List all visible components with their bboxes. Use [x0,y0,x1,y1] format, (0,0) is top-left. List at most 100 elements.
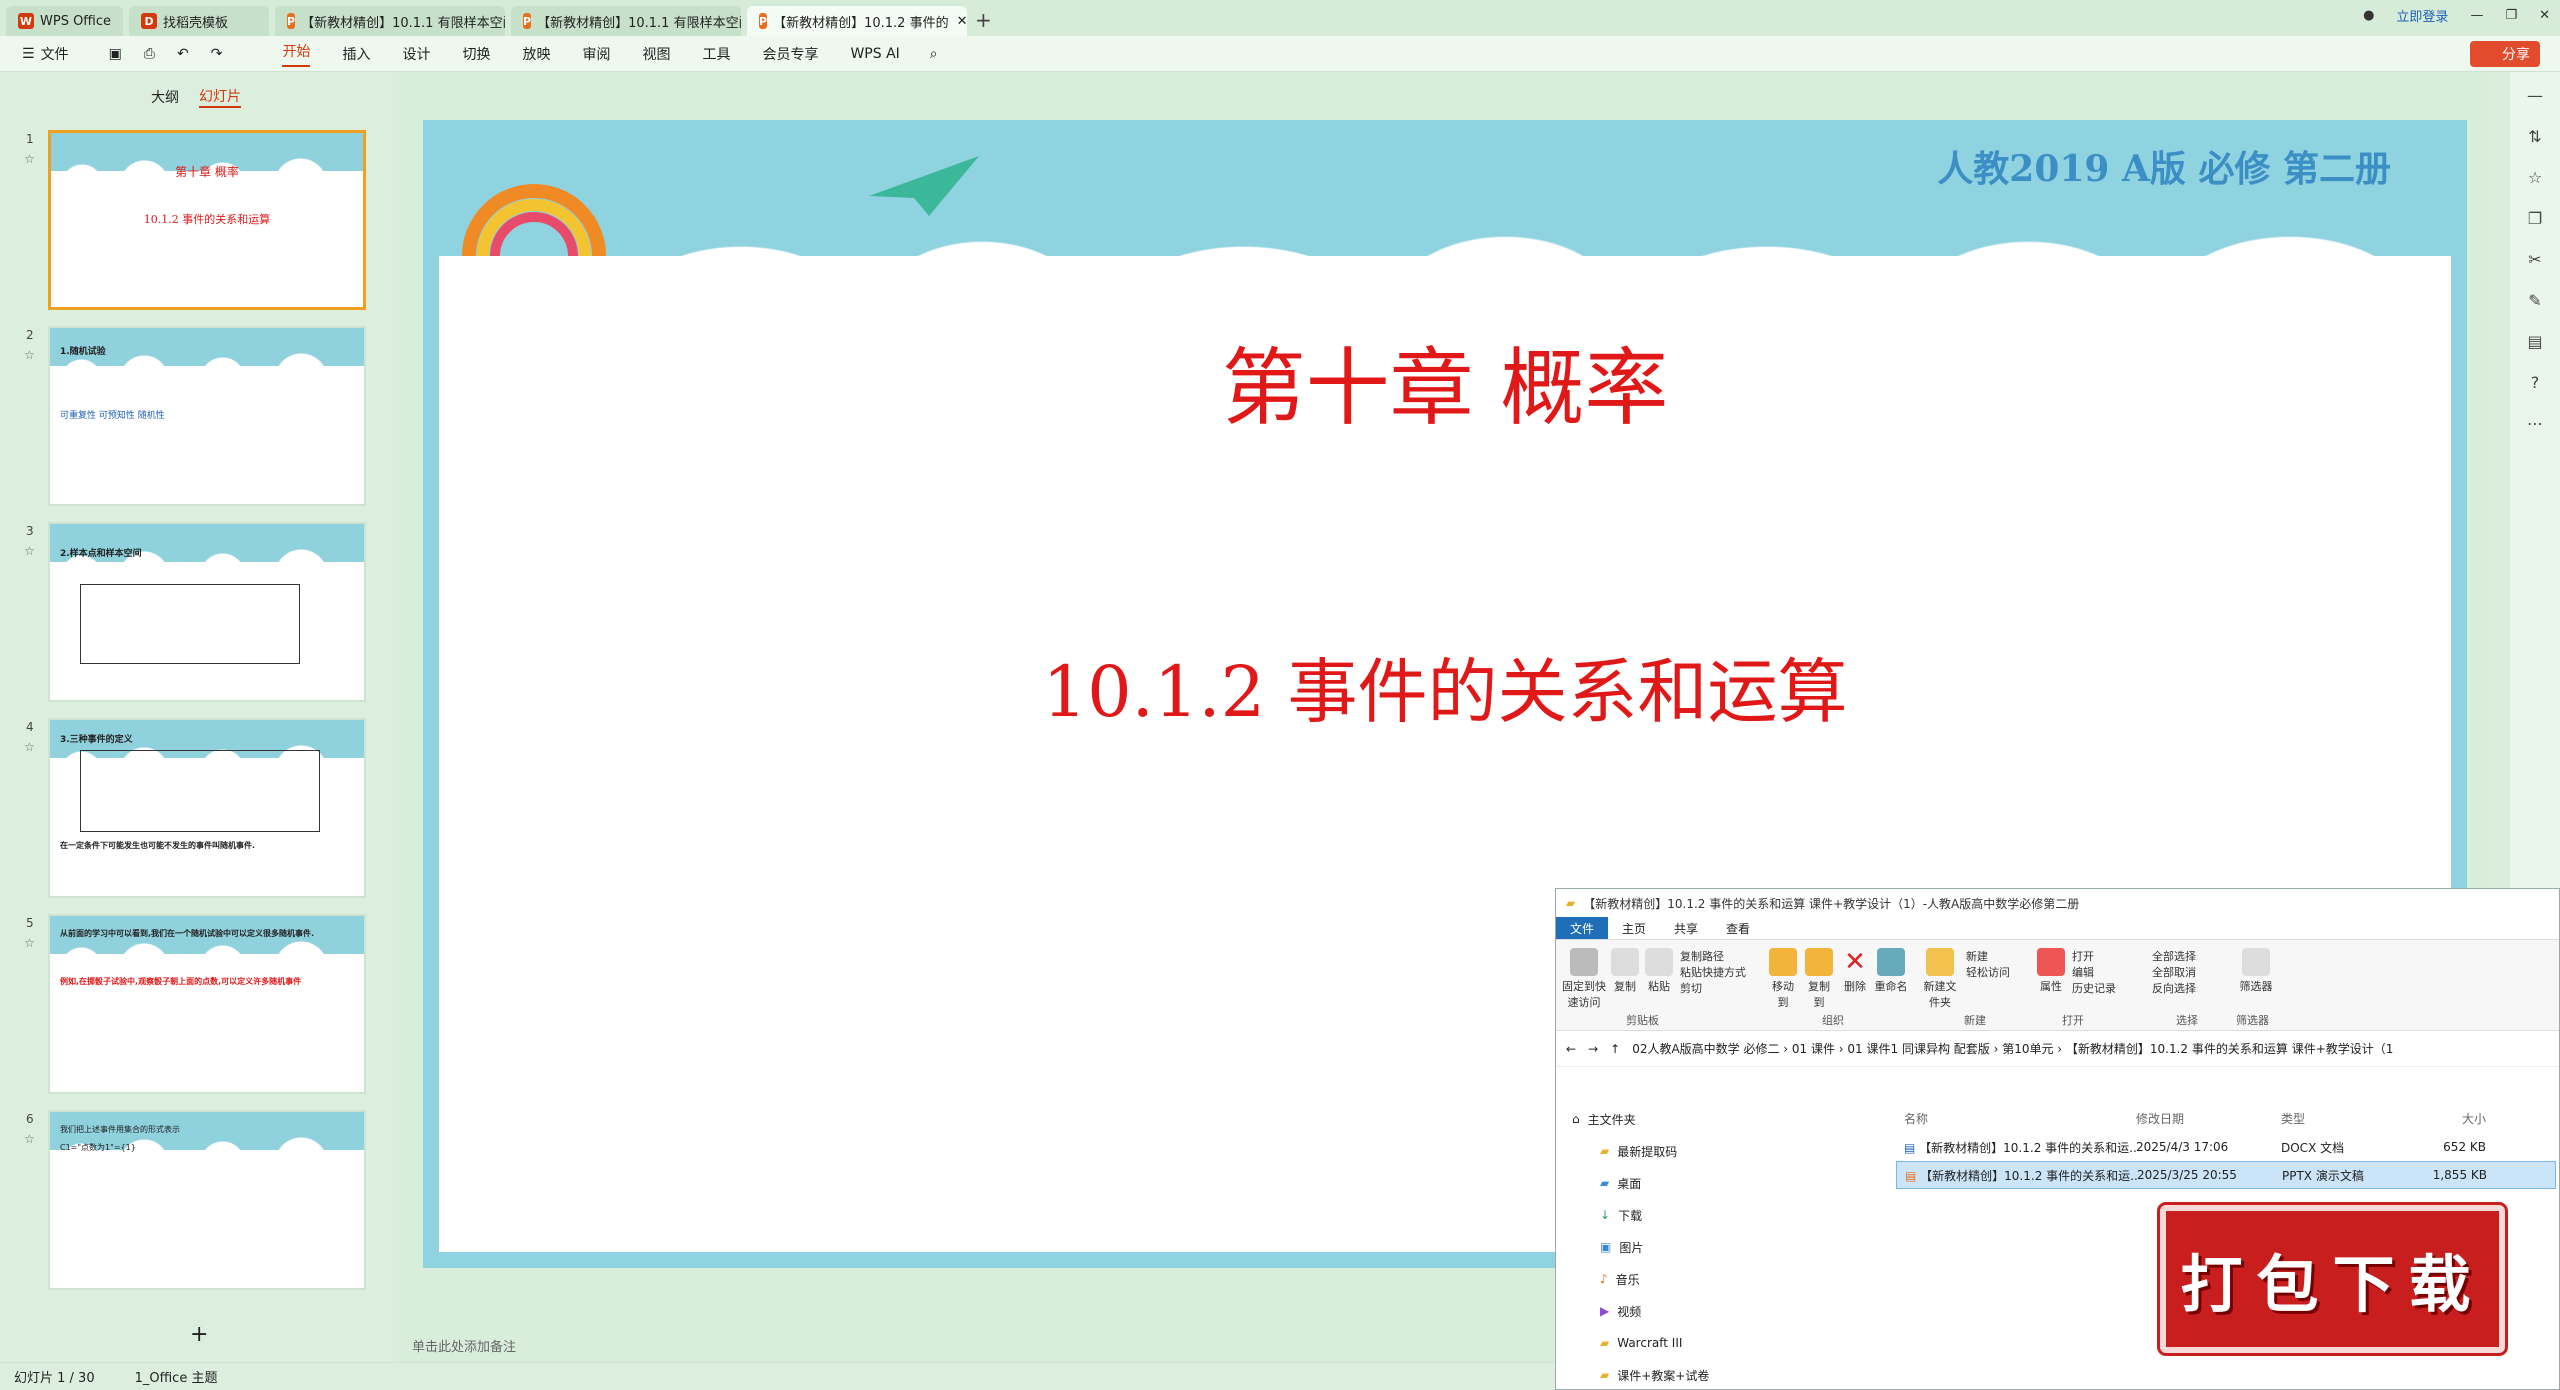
nav-item[interactable]: ▣ 图片 [1556,1231,1876,1263]
slide-thumbnail[interactable]: 从前面的学习中可以看到,我们在一个随机试验中可以定义很多随机事件. 例如,在掷骰… [48,914,366,1094]
file-menu[interactable]: 文件 [41,44,69,64]
menu-slideshow[interactable]: 放映 [522,44,550,64]
edit-label[interactable]: 编辑 [2072,966,2094,979]
nav-item[interactable]: ↓ 下载 [1556,1199,1876,1231]
history-label[interactable]: 历史记录 [2072,982,2116,995]
pin-button[interactable]: 固定到快速访问 [1562,948,1606,1010]
col-type[interactable]: 类型 [2281,1110,2406,1127]
copyto-button[interactable]: 复制到 [1804,948,1834,1010]
tab-doc-1[interactable]: P 【新教材精创】10.1.1 有限样本空间 [275,6,506,36]
download-banner[interactable]: 打包下载 [2160,1205,2505,1353]
filter-button[interactable]: 筛选器 [2236,948,2276,994]
slide-thumbnail[interactable]: 第十章 概率 10.1.2 事件的关系和运算 [48,130,366,310]
invert-label[interactable]: 反向选择 [2152,982,2196,995]
address-bar[interactable]: ← → ↑ 02人教A版高中数学 必修二 › 01 课件 › 01 课件1 同课… [1556,1031,2559,1067]
close-icon[interactable]: ✕ [957,14,967,29]
star-icon[interactable]: ☆ [24,1132,35,1146]
pasteshortcut-label[interactable]: 粘贴快捷方式 [1680,966,1746,979]
star-icon[interactable]: ☆ [24,544,35,558]
nav-item[interactable]: ▶ 视频 [1556,1295,1876,1327]
slide-title[interactable]: 第十章 概率 [439,321,2451,442]
tab-slides[interactable]: 幻灯片 [199,86,241,108]
save-icon[interactable]: ▣ [109,46,122,62]
tools-icon[interactable]: ✂ [2528,250,2541,269]
menu-tools[interactable]: 工具 [702,44,730,64]
login-link[interactable]: 立即登录 [2396,6,2448,25]
menu-transition[interactable]: 切换 [462,44,490,64]
forward-icon[interactable]: → [1588,1042,1598,1056]
menu-start[interactable]: 开始 [282,41,311,67]
moveto-button[interactable]: 移动到 [1768,948,1798,1010]
newfolder-button[interactable]: 新建文件夹 [1920,948,1960,1010]
file-row[interactable]: ▤ 【新教材精创】10.1.2 事件的关系和运... 2025/3/25 20:… [1896,1161,2556,1189]
book-icon[interactable]: ▤ [2527,332,2542,351]
up-icon[interactable]: ↑ [1610,1042,1620,1056]
nav-item[interactable]: ⌂ 主文件夹 [1556,1103,1876,1135]
col-size[interactable]: 大小 [2406,1110,2486,1127]
easyaccess-label[interactable]: 轻松访问 [1966,966,2010,979]
star-icon[interactable]: ☆ [24,152,35,166]
star-icon[interactable]: ☆ [24,936,35,950]
redo-icon[interactable]: ↷ [211,46,223,62]
nav-item[interactable]: ▰ Warcraft III [1556,1327,1876,1359]
add-slide-button[interactable]: + [190,1322,208,1347]
star-icon[interactable]: ☆ [24,348,35,362]
share-button[interactable]: 分享 [2470,40,2540,67]
notes-placeholder[interactable]: 单击此处添加备注 [412,1336,516,1355]
star-icon[interactable]: ☆ [24,740,35,754]
menu-wps-ai[interactable]: WPS AI [850,46,899,62]
properties-button[interactable]: 属性 [2036,948,2066,994]
adjust-icon[interactable]: ⇅ [2528,127,2541,146]
tab-outline[interactable]: 大纲 [151,87,179,107]
menu-icon[interactable]: ☰ [22,46,35,62]
copy-icon[interactable]: ❐ [2528,209,2542,228]
user-icon[interactable]: ● [2363,8,2374,23]
slide-subtitle[interactable]: 10.1.2 事件的关系和运算 [439,636,2451,737]
copy-button[interactable]: 复制 [1610,948,1640,994]
tab-doc-3[interactable]: P 【新教材精创】10.1.2 事件的 ✕ [747,6,968,36]
nav-item[interactable]: ▰ 最新提取码 [1556,1135,1876,1167]
star-icon[interactable]: ☆ [2528,168,2542,187]
minimize-icon[interactable]: — [2470,8,2483,23]
col-date[interactable]: 修改日期 [2136,1110,2281,1127]
explorer-tab-view[interactable]: 查看 [1712,917,1764,940]
explorer-tab-home[interactable]: 主页 [1608,917,1660,940]
newitem-button[interactable]: 新建 轻松访问 [1966,948,2026,980]
nav-item[interactable]: ♪ 音乐 [1556,1263,1876,1295]
menu-insert[interactable]: 插入 [342,44,370,64]
copypath-button[interactable]: 复制路径 粘贴快捷方式 剪切 [1680,948,1760,996]
nav-item[interactable]: ▰ 课件+教案+试卷 [1556,1359,1876,1390]
menu-review[interactable]: 审阅 [582,44,610,64]
file-row[interactable]: ▤ 【新教材精创】10.1.2 事件的关系和运... 2025/4/3 17:0… [1896,1133,2556,1161]
search-icon[interactable]: ⌕ [930,46,938,62]
close-window-icon[interactable]: ✕ [2539,8,2550,23]
back-icon[interactable]: ← [1566,1042,1576,1056]
tab-doc-2[interactable]: P 【新教材精创】10.1.1 有限样本空间 [511,6,742,36]
help-icon[interactable]: ? [2531,373,2540,392]
theme-name[interactable]: 1_Office 主题 [135,1367,218,1386]
paste-button[interactable]: 粘贴 [1644,948,1674,994]
menu-member[interactable]: 会员专享 [762,44,818,64]
slide-thumbnail[interactable]: 3.三种事件的定义 在一定条件下可能发生也可能不发生的事件叫随机事件. [48,718,366,898]
new-tab-button[interactable]: + [975,6,992,36]
address-path[interactable]: 02人教A版高中数学 必修二 › 01 课件 › 01 课件1 同课异构 配套版… [1632,1040,2393,1057]
slide-thumbnail[interactable]: 我们把上述事件用集合的形式表示 C1="点数为1"={1} [48,1110,366,1290]
open-label[interactable]: 打开 [2072,950,2094,963]
nav-item[interactable]: ▰ 桌面 [1556,1167,1876,1199]
tab-wps-office[interactable]: W WPS Office [6,6,124,36]
rename-button[interactable]: 重命名 [1874,948,1908,994]
col-name[interactable]: 名称 [1896,1110,2136,1127]
delete-button[interactable]: ✕ 删除 [1840,948,1870,994]
menu-design[interactable]: 设计 [402,44,430,64]
undo-icon[interactable]: ↶ [177,46,189,62]
slide-thumbnail[interactable]: 2.样本点和样本空间 [48,522,366,702]
cut-label[interactable]: 剪切 [1680,982,1702,995]
tab-template[interactable]: D 找稻壳模板 [129,6,270,36]
edit-icon[interactable]: ✎ [2528,291,2541,310]
selectall-label[interactable]: 全部选择 [2152,950,2196,963]
more-icon[interactable]: ⋯ [2527,414,2543,433]
print-icon[interactable]: ⎙ [144,46,155,62]
menu-view[interactable]: 视图 [642,44,670,64]
selectnone-label[interactable]: 全部取消 [2152,966,2196,979]
restore-icon[interactable]: ❐ [2505,8,2517,23]
